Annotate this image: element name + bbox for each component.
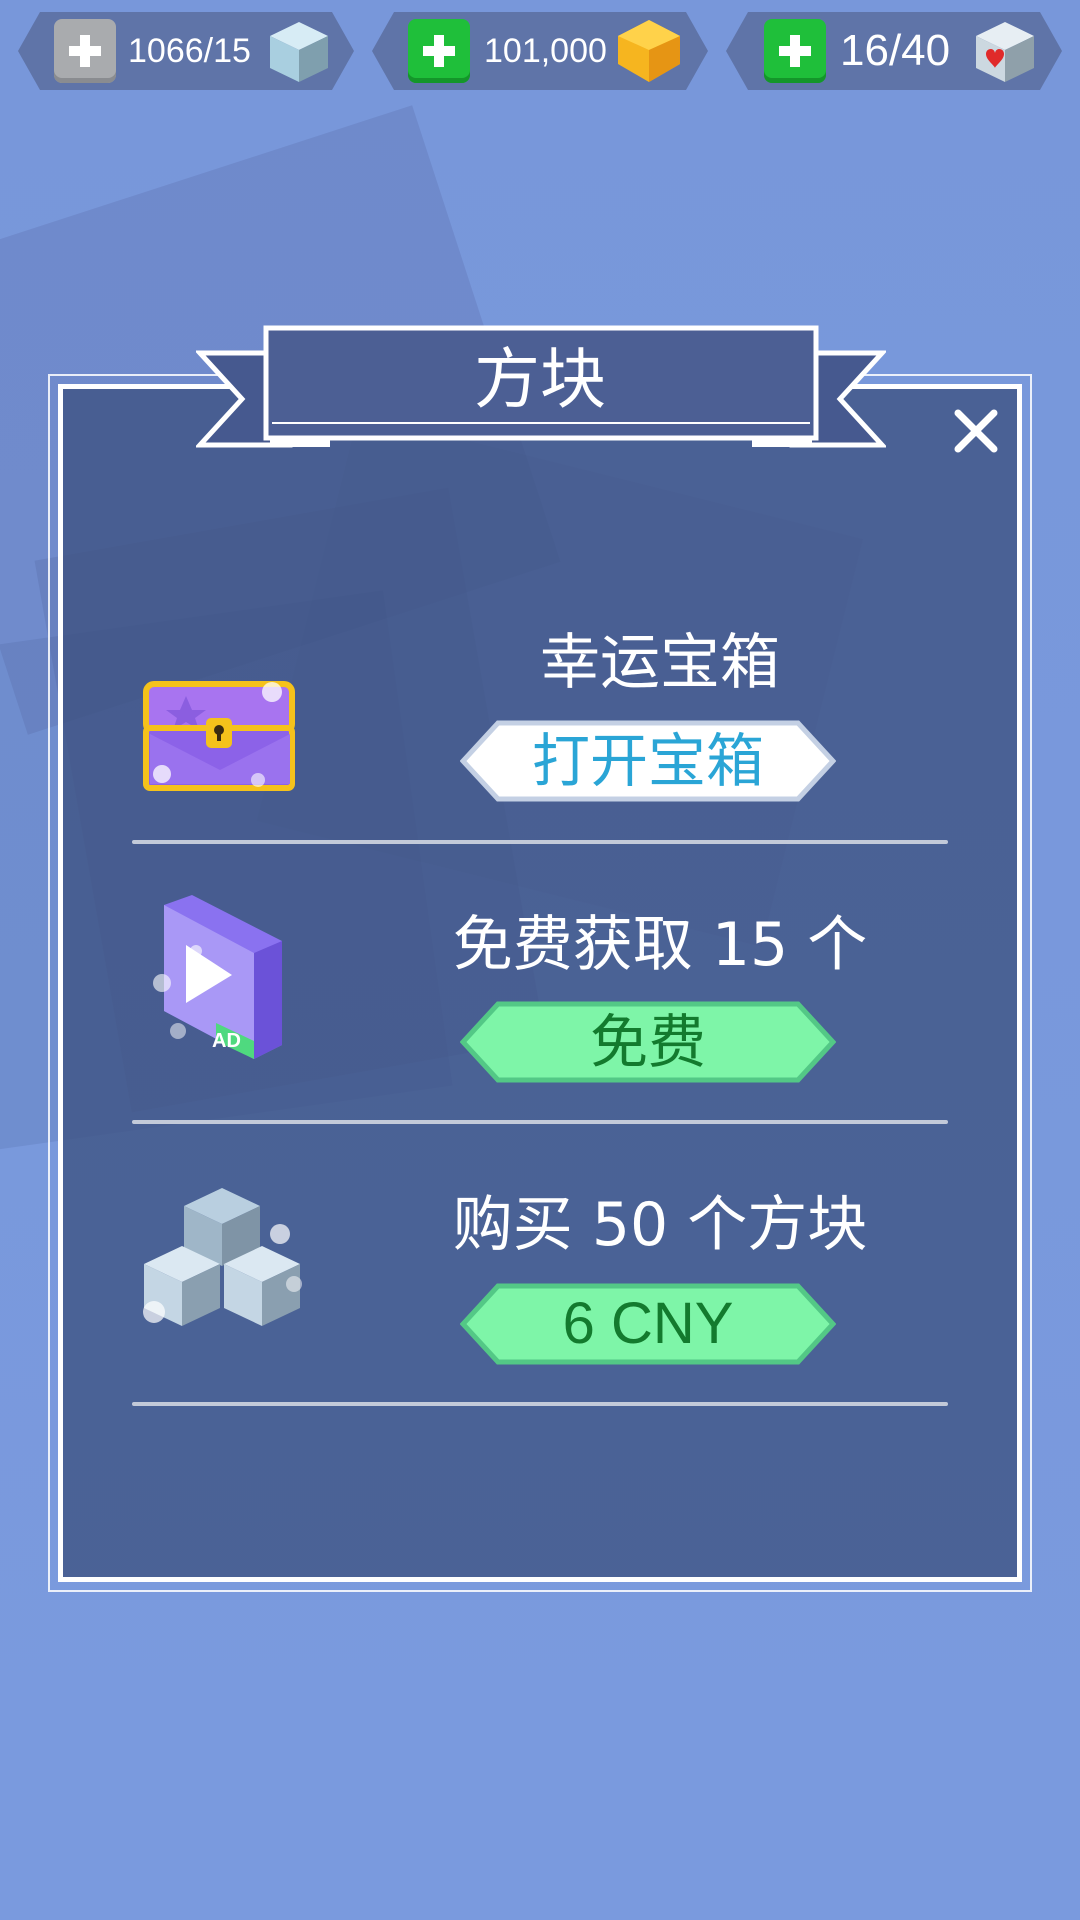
row-divider <box>132 1402 948 1406</box>
lives-counter: 16/40 <box>726 12 1062 90</box>
gold-gem-icon <box>618 20 680 82</box>
blocks-counter: 1066/15 <box>18 12 354 90</box>
blocks-count: 1066/15 <box>128 32 251 70</box>
open-chest-button[interactable]: 打开宝箱 <box>460 720 836 802</box>
free-button[interactable]: 免费 <box>460 1001 836 1083</box>
row-divider <box>132 1120 948 1124</box>
coins-count: 101,000 <box>484 32 607 70</box>
plus-icon <box>779 35 811 67</box>
buy-button-label: 6 CNY <box>562 1291 734 1356</box>
lucky-chest-title: 幸运宝箱 <box>540 628 780 698</box>
open-chest-label: 打开宝箱 <box>531 727 764 795</box>
free-blocks-title: 免费获取 15 个 <box>452 910 868 980</box>
panel-title: 方块 <box>474 341 606 418</box>
cube-stack-icon <box>143 1188 302 1326</box>
close-icon <box>954 409 998 453</box>
treasure-chest-icon <box>143 681 295 791</box>
heart-cube-icon <box>976 22 1034 82</box>
game-screen: 1066/15 101,000 16/40 方块 幸运宝箱 打开宝箱 AD 免费… <box>0 0 1080 1920</box>
plus-icon <box>423 35 455 67</box>
video-ad-icon: AD <box>153 895 282 1059</box>
row-divider <box>132 840 948 844</box>
add-lives-button[interactable] <box>764 19 826 83</box>
ad-label: AD <box>212 1030 241 1052</box>
coins-counter: 101,000 <box>372 12 708 90</box>
buy-blocks-title: 购买 50 个方块 <box>452 1190 868 1260</box>
add-coins-button[interactable] <box>408 19 470 83</box>
buy-button[interactable]: 6 CNY <box>460 1283 836 1365</box>
lives-count: 16/40 <box>840 26 951 75</box>
plus-icon <box>69 35 101 67</box>
close-button[interactable] <box>950 405 1002 457</box>
add-blocks-button[interactable] <box>54 19 116 83</box>
free-button-label: 免费 <box>589 1008 706 1076</box>
ice-cube-icon <box>270 22 328 82</box>
